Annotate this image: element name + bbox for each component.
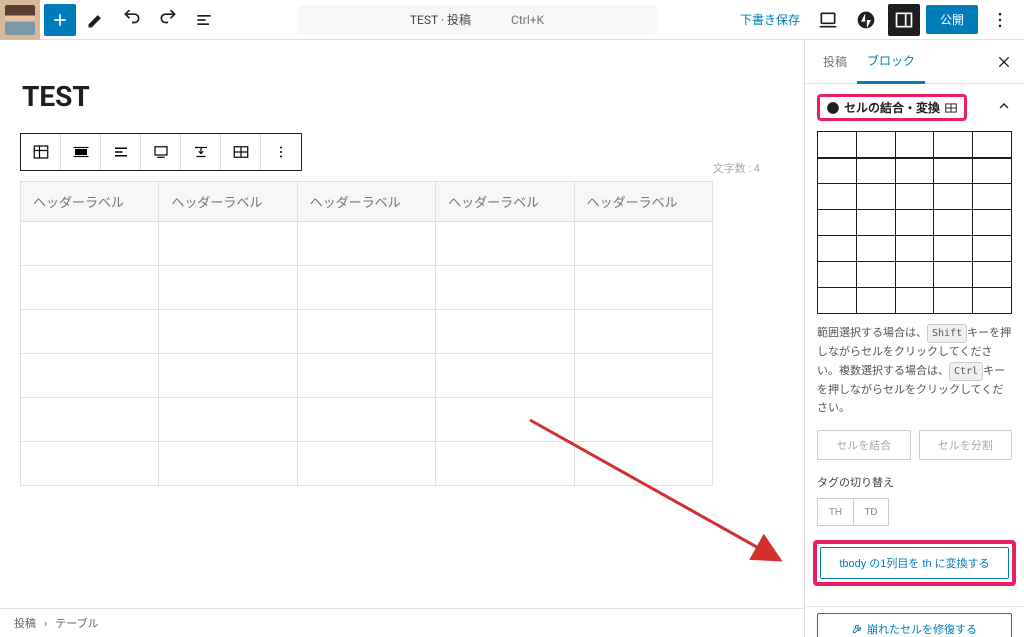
preview-device-button[interactable] xyxy=(812,4,844,36)
repair-cells-button[interactable]: 崩れたセルを修復する xyxy=(817,613,1012,637)
justify-button[interactable] xyxy=(101,134,141,170)
publish-button[interactable]: 公開 xyxy=(926,5,978,34)
chevron-up-icon xyxy=(996,98,1012,117)
table-icon xyxy=(944,101,958,115)
block-more-button[interactable] xyxy=(261,134,301,170)
help-text: 範囲選択する場合は、Shiftキーを押しながらセルをクリックしてください。複数選… xyxy=(805,324,1024,430)
breadcrumb-current[interactable]: テーブル xyxy=(55,615,98,631)
panel-header-cell-merge[interactable]: セルの結合・変換 xyxy=(805,84,1024,131)
close-sidebar-button[interactable] xyxy=(992,50,1016,74)
settings-panel-toggle[interactable] xyxy=(888,4,920,36)
shortcut-hint: Ctrl+K xyxy=(511,13,544,27)
breadcrumb: 投稿 › テーブル xyxy=(0,608,804,637)
convert-tbody-th-button[interactable]: tbody の1列目を th に変換する xyxy=(820,547,1009,579)
editor-canvas[interactable]: TEST 文字数 : 4 ヘッダーラベル ヘッダーラベル ヘッダーラベル ヘッダ… xyxy=(0,40,804,637)
table-header[interactable]: ヘッダーラベル xyxy=(21,182,159,222)
table-header[interactable]: ヘッダーラベル xyxy=(297,182,435,222)
breadcrumb-sep: › xyxy=(44,617,47,630)
tab-post[interactable]: 投稿 xyxy=(813,41,857,82)
kbd-shift: Shift xyxy=(927,324,967,343)
kbd-ctrl: Ctrl xyxy=(949,362,983,381)
avatar[interactable] xyxy=(0,0,40,40)
breadcrumb-root[interactable]: 投稿 xyxy=(14,615,36,631)
block-type-icon[interactable] xyxy=(21,134,61,170)
document-title: TEST · 投稿 xyxy=(410,11,471,28)
panel-title: セルの結合・変換 xyxy=(844,99,940,116)
top-toolbar: TEST · 投稿 Ctrl+K 下書き保存 公開 xyxy=(0,0,1024,40)
table-edit-button[interactable] xyxy=(221,134,261,170)
merge-cells-button[interactable]: セルを結合 xyxy=(817,430,911,460)
jetpack-icon[interactable] xyxy=(850,4,882,36)
highlighted-convert-action: tbody の1列目を th に変換する xyxy=(813,540,1016,586)
tab-block[interactable]: ブロック xyxy=(857,40,925,84)
more-options-button[interactable] xyxy=(984,4,1016,36)
wrench-icon xyxy=(852,623,863,634)
add-block-button[interactable] xyxy=(44,4,76,36)
tag-toggle: TH TD xyxy=(805,498,1024,540)
column-width-button[interactable] xyxy=(181,134,221,170)
list-view-button[interactable] xyxy=(188,4,220,36)
tag-toggle-label: タグの切り替え xyxy=(805,474,1024,498)
command-bar[interactable]: TEST · 投稿 Ctrl+K xyxy=(224,5,730,34)
block-toolbar xyxy=(20,133,302,171)
align-button[interactable] xyxy=(61,134,101,170)
table-header[interactable]: ヘッダーラベル xyxy=(159,182,297,222)
plugin-icon xyxy=(826,101,840,115)
settings-sidebar: 投稿 ブロック セルの結合・変換 xyxy=(804,40,1024,637)
undo-button[interactable] xyxy=(116,4,148,36)
table-structure-preview[interactable] xyxy=(817,131,1012,314)
caption-button[interactable] xyxy=(141,134,181,170)
edit-mode-button[interactable] xyxy=(80,4,112,36)
char-count: 文字数 : 4 xyxy=(713,160,760,176)
split-cells-button[interactable]: セルを分割 xyxy=(919,430,1013,460)
tag-th-button[interactable]: TH xyxy=(817,498,853,526)
tag-td-button[interactable]: TD xyxy=(853,498,889,526)
content-table[interactable]: ヘッダーラベル ヘッダーラベル ヘッダーラベル ヘッダーラベル ヘッダーラベル xyxy=(20,181,713,486)
save-draft-button[interactable]: 下書き保存 xyxy=(734,7,806,32)
table-header[interactable]: ヘッダーラベル xyxy=(436,182,574,222)
table-header[interactable]: ヘッダーラベル xyxy=(574,182,712,222)
redo-button[interactable] xyxy=(152,4,184,36)
post-title[interactable]: TEST xyxy=(22,80,784,113)
